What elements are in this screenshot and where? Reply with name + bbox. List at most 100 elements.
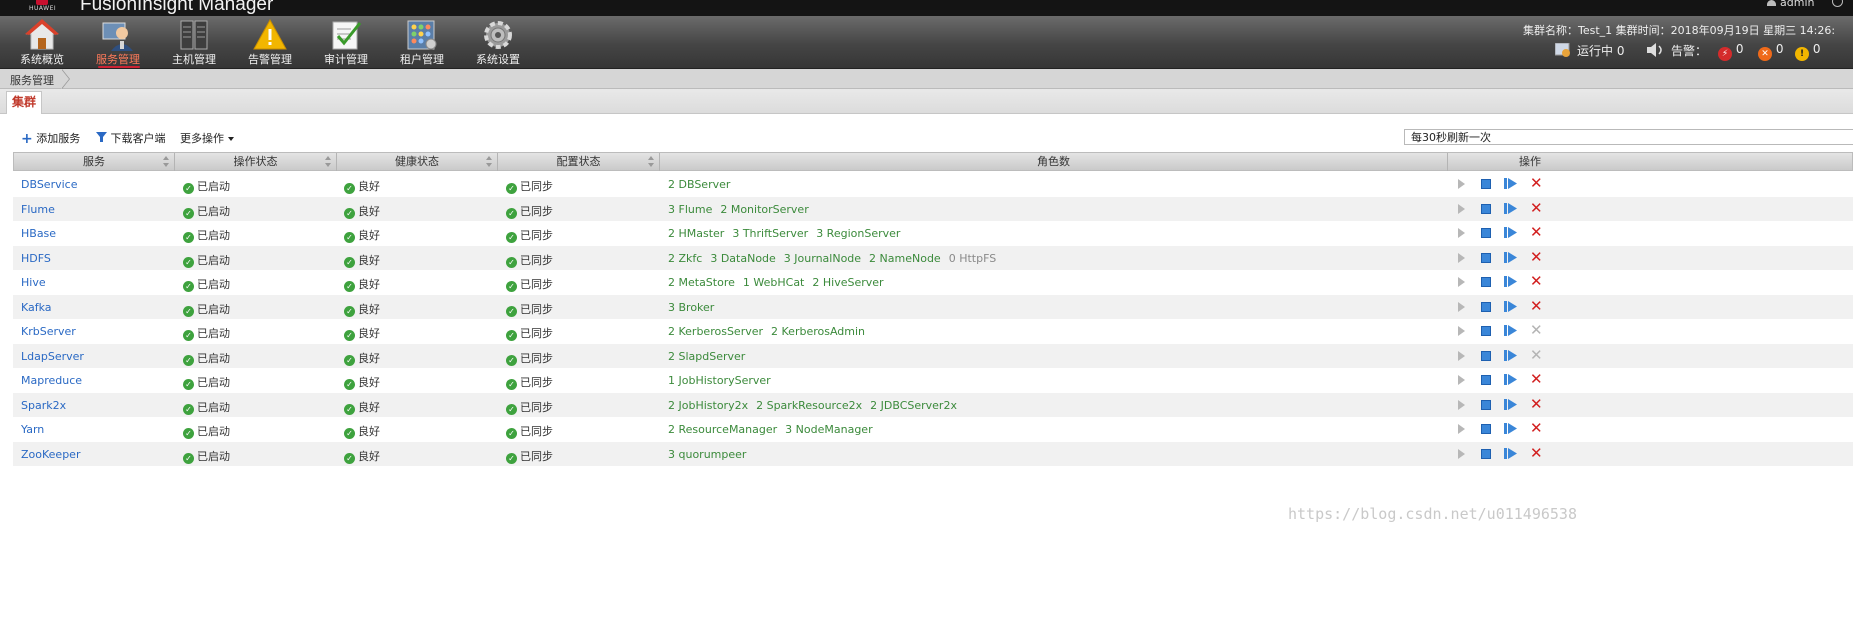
col-op-status[interactable]: 操作状态 <box>175 153 337 171</box>
role-count-link[interactable]: 3 NodeManager <box>785 423 872 436</box>
start-icon[interactable] <box>1458 228 1465 238</box>
delete-icon[interactable]: ✕ <box>1530 249 1543 264</box>
running-tasks[interactable]: 运行中 0 <box>1554 42 1624 59</box>
stop-icon[interactable] <box>1481 350 1491 361</box>
alarm-summary[interactable]: 告警： <box>1647 42 1707 59</box>
alarm-minor[interactable]: ! 0 <box>1795 42 1820 61</box>
delete-icon[interactable]: ✕ <box>1530 396 1543 411</box>
stop-icon[interactable] <box>1481 203 1491 214</box>
col-service[interactable]: 服务 <box>14 153 175 171</box>
role-count-link[interactable]: 1 JobHistoryServer <box>668 374 771 387</box>
breadcrumb-service-management[interactable]: 服务管理 <box>10 72 54 88</box>
refresh-interval-select[interactable]: 每30秒刷新一次 <box>1404 129 1853 145</box>
role-count-link[interactable]: 2 NameNode <box>869 252 941 265</box>
service-link[interactable]: Spark2x <box>21 399 66 412</box>
service-link[interactable]: Kafka <box>21 301 52 314</box>
start-icon[interactable] <box>1458 252 1465 263</box>
restart-icon[interactable] <box>1504 374 1518 385</box>
stop-icon[interactable] <box>1481 277 1491 287</box>
service-link[interactable]: HDFS <box>21 252 51 265</box>
col-health[interactable]: 健康状态 <box>337 153 498 171</box>
start-icon[interactable] <box>1458 277 1465 287</box>
start-icon[interactable] <box>1458 448 1465 459</box>
role-count-link[interactable]: 2 SlapdServer <box>668 350 745 363</box>
role-count-link[interactable]: 3 JournalNode <box>784 252 861 265</box>
role-count-link[interactable]: 2 SparkResource2x <box>756 399 862 412</box>
delete-icon[interactable]: ✕ <box>1530 421 1543 436</box>
restart-icon[interactable] <box>1504 202 1518 214</box>
start-icon[interactable] <box>1458 375 1465 385</box>
stop-icon[interactable] <box>1481 375 1491 385</box>
role-count-link[interactable]: 3 Broker <box>668 301 714 314</box>
tab-cluster[interactable]: 集群 <box>6 91 42 114</box>
delete-icon[interactable]: ✕ <box>1530 323 1543 338</box>
nav-system-overview[interactable]: 系统概览 <box>2 16 82 68</box>
service-link[interactable]: Flume <box>21 203 55 216</box>
restart-icon[interactable] <box>1504 227 1518 238</box>
service-link[interactable]: Hive <box>21 276 46 289</box>
delete-icon[interactable]: ✕ <box>1530 445 1543 460</box>
stop-icon[interactable] <box>1481 301 1491 312</box>
role-count-link[interactable]: 2 JobHistory2x <box>668 399 748 412</box>
start-icon[interactable] <box>1458 203 1465 214</box>
role-count-link[interactable]: 2 KerberosServer <box>668 325 763 338</box>
start-icon[interactable] <box>1458 179 1465 189</box>
delete-icon[interactable]: ✕ <box>1530 200 1543 215</box>
restart-icon[interactable] <box>1504 423 1518 434</box>
role-count-link[interactable]: 3 Flume <box>668 203 712 216</box>
restart-icon[interactable] <box>1504 447 1518 459</box>
restart-icon[interactable] <box>1504 325 1518 336</box>
stop-icon[interactable] <box>1481 228 1491 238</box>
service-link[interactable]: DBService <box>21 178 77 191</box>
role-count-link[interactable]: 2 JDBCServer2x <box>870 399 957 412</box>
add-service-button[interactable]: + 添加服务 <box>21 130 80 147</box>
nav-system-settings[interactable]: 系统设置 <box>458 16 538 68</box>
role-count-link[interactable]: 2 KerberosAdmin <box>771 325 865 338</box>
role-count-link[interactable]: 2 MonitorServer <box>720 203 808 216</box>
role-count-link[interactable]: 2 HiveServer <box>812 276 883 289</box>
delete-icon[interactable]: ✕ <box>1530 347 1543 362</box>
delete-icon[interactable]: ✕ <box>1530 372 1543 387</box>
stop-icon[interactable] <box>1481 252 1491 263</box>
delete-icon[interactable]: ✕ <box>1530 225 1543 240</box>
stop-icon[interactable] <box>1481 399 1491 410</box>
nav-alarm-management[interactable]: 告警管理 <box>230 16 310 68</box>
service-link[interactable]: Mapreduce <box>21 374 82 387</box>
role-count-link[interactable]: 3 RegionServer <box>816 227 900 240</box>
restart-icon[interactable] <box>1504 276 1518 287</box>
alarm-major[interactable]: ✕ 0 <box>1758 42 1783 61</box>
role-count-link[interactable]: 0 HttpFS <box>949 252 997 265</box>
user-menu[interactable]: admin <box>1767 0 1814 9</box>
service-link[interactable]: HBase <box>21 227 56 240</box>
role-count-link[interactable]: 2 Zkfc <box>668 252 702 265</box>
role-count-link[interactable]: 3 ThriftServer <box>732 227 808 240</box>
download-client-button[interactable]: 下载客户端 <box>96 130 166 146</box>
nav-tenant-management[interactable]: 租户管理 <box>382 16 462 68</box>
nav-service-management[interactable]: 服务管理 <box>78 16 158 68</box>
stop-icon[interactable] <box>1481 326 1491 336</box>
restart-icon[interactable] <box>1504 398 1518 410</box>
role-count-link[interactable]: 3 DataNode <box>710 252 775 265</box>
restart-icon[interactable] <box>1504 178 1518 189</box>
role-count-link[interactable]: 1 WebHCat <box>743 276 804 289</box>
role-count-link[interactable]: 2 HMaster <box>668 227 724 240</box>
delete-icon[interactable]: ✕ <box>1530 274 1543 289</box>
role-count-link[interactable]: 3 quorumpeer <box>668 448 746 461</box>
stop-icon[interactable] <box>1481 179 1491 189</box>
start-icon[interactable] <box>1458 326 1465 336</box>
service-link[interactable]: KrbServer <box>21 325 76 338</box>
service-link[interactable]: LdapServer <box>21 350 84 363</box>
nav-audit-management[interactable]: 审计管理 <box>306 16 386 68</box>
service-link[interactable]: ZooKeeper <box>21 448 80 461</box>
restart-icon[interactable] <box>1504 251 1518 263</box>
start-icon[interactable] <box>1458 424 1465 434</box>
role-count-link[interactable]: 2 MetaStore <box>668 276 735 289</box>
service-link[interactable]: Yarn <box>21 423 44 436</box>
restart-icon[interactable] <box>1504 300 1518 312</box>
role-count-link[interactable]: 2 ResourceManager <box>668 423 777 436</box>
start-icon[interactable] <box>1458 350 1465 361</box>
delete-icon[interactable]: ✕ <box>1530 298 1543 313</box>
more-actions-dropdown[interactable]: 更多操作 <box>180 130 234 146</box>
role-count-link[interactable]: 2 DBServer <box>668 178 730 191</box>
help-icon[interactable] <box>1832 0 1843 7</box>
